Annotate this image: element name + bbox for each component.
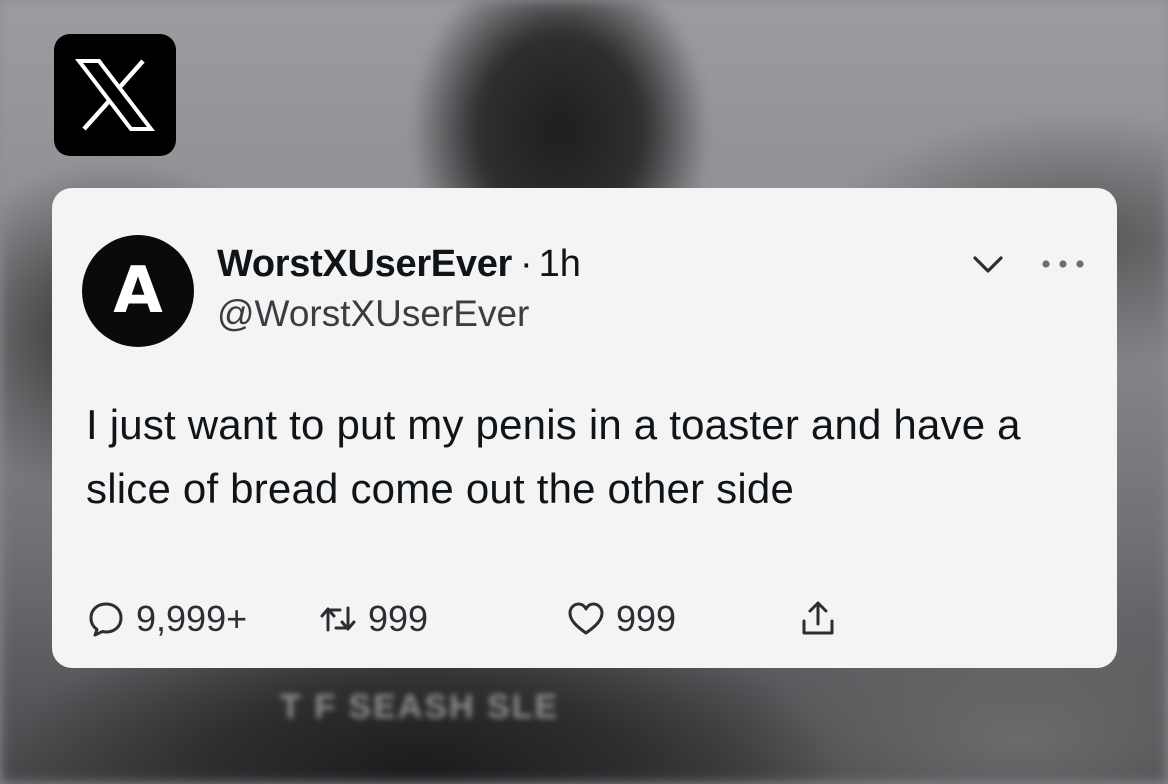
post-card[interactable]: A WorstXUserEver · 1h @WorstXUserEver I ju… <box>52 188 1117 668</box>
like-button[interactable]: 999 <box>566 596 676 642</box>
reply-icon <box>89 602 123 637</box>
repost-count: 999 <box>368 598 429 639</box>
x-logo-glyph <box>75 59 155 131</box>
repost-icon <box>320 606 356 632</box>
user-handle[interactable]: @WorstXUserEver <box>217 293 529 335</box>
chevron-down-icon[interactable] <box>972 254 1004 276</box>
heart-icon <box>568 602 604 635</box>
display-name[interactable]: WorstXUserEver <box>217 243 512 285</box>
post-actions: 9,999+ 999 999 <box>86 596 1086 642</box>
post-header: WorstXUserEver · 1h <box>217 243 581 286</box>
post-text: I just want to put my penis in a toaster… <box>86 401 1021 512</box>
share-button[interactable] <box>798 596 838 642</box>
x-logo-icon <box>54 34 176 156</box>
avatar-letter: A <box>113 254 163 328</box>
avatar[interactable]: A <box>82 235 194 347</box>
background-caption: T F SEASH SLE <box>280 688 560 726</box>
like-count: 999 <box>616 598 677 639</box>
post-time[interactable]: 1h <box>539 243 581 285</box>
separator-dot: · <box>520 243 533 285</box>
share-icon <box>802 601 834 635</box>
reply-button[interactable]: 9,999+ <box>86 596 247 642</box>
repost-button[interactable]: 999 <box>318 596 428 642</box>
reply-count: 9,999+ <box>136 598 248 639</box>
more-options-icon[interactable] <box>1040 258 1086 270</box>
